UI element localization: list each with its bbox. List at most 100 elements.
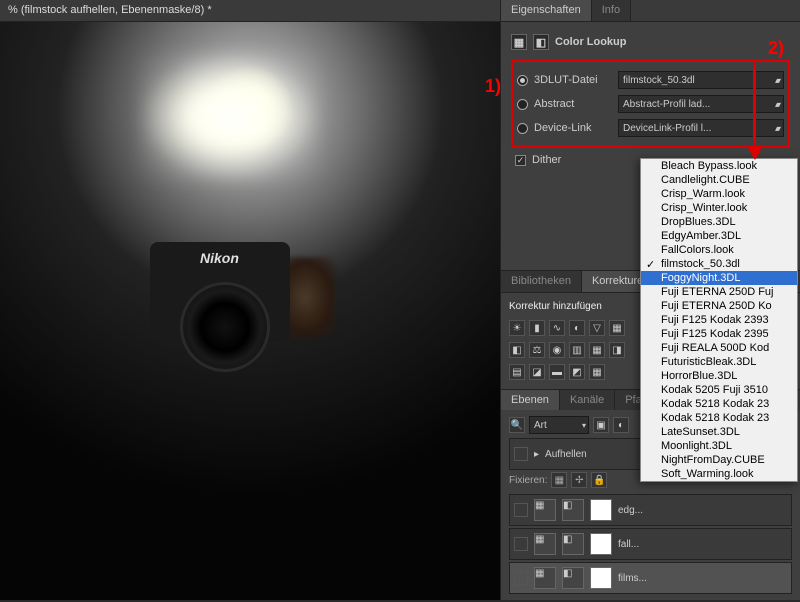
gradient-icon[interactable]: ▬ <box>549 364 565 380</box>
lut-option[interactable]: Fuji F125 Kodak 2393 <box>641 313 797 327</box>
mixer-icon[interactable]: ▥ <box>569 342 585 358</box>
lut-option[interactable]: Kodak 5218 Kodak 23 <box>641 397 797 411</box>
lut-option[interactable]: FallColors.look <box>641 243 797 257</box>
blend-mode-dropdown[interactable]: Art ▾ <box>529 416 589 434</box>
document-tab[interactable]: % (filmstock aufhellen, Ebenenmaske/8) * <box>0 0 500 22</box>
visibility-icon[interactable] <box>514 447 528 461</box>
tab-properties[interactable]: Eigenschaften <box>501 0 592 21</box>
dropdown-abstract[interactable]: Abstract-Profil lad... ▴▾ <box>618 95 784 113</box>
dropdown-devicelink[interactable]: DeviceLink-Profil l... ▴▾ <box>618 119 784 137</box>
radio-devicelink[interactable] <box>517 123 528 134</box>
label-dither: Dither <box>532 154 561 166</box>
tab-layers[interactable]: Ebenen <box>501 390 560 410</box>
invert-icon[interactable]: ◨ <box>609 342 625 358</box>
grid-icon: ▦ <box>511 34 527 50</box>
label-3dlut: 3DLUT-Datei <box>534 74 612 86</box>
layer-thumb[interactable]: ▦ <box>534 567 556 589</box>
lut-option[interactable]: Crisp_Winter.look <box>641 201 797 215</box>
canvas[interactable]: Nikon <box>0 22 500 600</box>
lut-option[interactable]: Soft_Warming.look <box>641 467 797 481</box>
layer-row[interactable]: ▦ ◧ films... <box>509 562 792 594</box>
layer-mask[interactable] <box>590 533 612 555</box>
more-icon[interactable]: ▦ <box>589 364 605 380</box>
filter2-icon[interactable]: ◐ <box>613 417 629 433</box>
lut-option[interactable]: Moonlight.3DL <box>641 439 797 453</box>
adj-thumb[interactable]: ◧ <box>562 533 584 555</box>
layer-row[interactable]: ▦ ◧ fall... <box>509 528 792 560</box>
curves-icon[interactable]: ∿ <box>549 320 565 336</box>
annotation-2: 2) <box>768 38 784 59</box>
section-title: Color Lookup <box>555 36 627 48</box>
posterize-icon[interactable]: ▤ <box>509 364 525 380</box>
layer-mask[interactable] <box>590 567 612 589</box>
tab-libraries[interactable]: Bibliotheken <box>501 271 582 292</box>
lut-option[interactable]: Fuji F125 Kodak 2395 <box>641 327 797 341</box>
layer-mask[interactable] <box>590 499 612 521</box>
search-icon[interactable]: 🔍 <box>509 417 525 433</box>
lut-option[interactable]: FoggyNight.3DL <box>641 271 797 285</box>
lut-option[interactable]: filmstock_50.3dl <box>641 257 797 271</box>
annotation-1: 1) <box>485 76 501 97</box>
flash-highlight <box>140 52 320 182</box>
tab-channels[interactable]: Kanäle <box>560 390 615 410</box>
lut-option[interactable]: Fuji ETERNA 250D Ko <box>641 299 797 313</box>
layer-thumb[interactable]: ▦ <box>534 499 556 521</box>
layer-name: edg... <box>618 505 643 516</box>
visibility-icon[interactable] <box>514 571 528 585</box>
lut-option[interactable]: Kodak 5205 Fuji 3510 <box>641 383 797 397</box>
document-title: % (filmstock aufhellen, Ebenenmaske/8) * <box>8 4 212 16</box>
camera-brand: Nikon <box>200 250 239 266</box>
hue-icon[interactable]: ▦ <box>609 320 625 336</box>
layer-name: fall... <box>618 539 639 550</box>
lut-option[interactable]: EdgyAmber.3DL <box>641 229 797 243</box>
camera-lens <box>180 282 270 372</box>
label-devicelink: Device-Link <box>534 122 612 134</box>
adj-thumb[interactable]: ◧ <box>562 499 584 521</box>
adj-thumb[interactable]: ◧ <box>562 567 584 589</box>
lut-option[interactable]: Fuji ETERNA 250D Fuj <box>641 285 797 299</box>
lut-option[interactable]: Crisp_Warm.look <box>641 187 797 201</box>
lut-option[interactable]: Bleach Bypass.look <box>641 159 797 173</box>
lut-option[interactable]: FuturisticBleak.3DL <box>641 355 797 369</box>
chevron-updown-icon: ▴▾ <box>775 100 779 109</box>
radio-abstract[interactable] <box>517 99 528 110</box>
photo-filter-icon[interactable]: ◉ <box>549 342 565 358</box>
visibility-icon[interactable] <box>514 503 528 517</box>
chevron-updown-icon: ▴▾ <box>775 76 779 85</box>
lut-option[interactable]: LateSunset.3DL <box>641 425 797 439</box>
exposure-icon[interactable]: ◐ <box>569 320 585 336</box>
lut-option[interactable]: Kodak 5218 Kodak 23 <box>641 411 797 425</box>
lut-dropdown-list[interactable]: Bleach Bypass.lookCandlelight.CUBECrisp_… <box>640 158 798 482</box>
dropdown-3dlut[interactable]: filmstock_50.3dl ▴▾ <box>618 71 784 89</box>
layer-row[interactable]: ▦ ◧ edg... <box>509 494 792 526</box>
mask-icon: ◧ <box>533 34 549 50</box>
vibrance-icon[interactable]: ▽ <box>589 320 605 336</box>
lut-option[interactable]: NightFromDay.CUBE <box>641 453 797 467</box>
lut-option[interactable]: Fuji REALA 500D Kod <box>641 341 797 355</box>
bw-icon[interactable]: ◧ <box>509 342 525 358</box>
lookup-icon[interactable]: ▦ <box>589 342 605 358</box>
filter-icon[interactable]: ▣ <box>593 417 609 433</box>
threshold-icon[interactable]: ◪ <box>529 364 545 380</box>
lut-option[interactable]: HorrorBlue.3DL <box>641 369 797 383</box>
label-abstract: Abstract <box>534 98 612 110</box>
levels-icon[interactable]: ▮ <box>529 320 545 336</box>
layer-name: Aufhellen <box>545 449 587 460</box>
lut-options-area: 1) 2) 3DLUT-Datei filmstock_50.3dl ▴▾ Ab… <box>511 60 790 148</box>
layer-thumb[interactable]: ▦ <box>534 533 556 555</box>
radio-3dlut[interactable] <box>517 75 528 86</box>
lock-all-icon[interactable]: 🔒 <box>591 472 607 488</box>
lock-position-icon[interactable]: ✢ <box>571 472 587 488</box>
layer-name: films... <box>618 573 647 584</box>
chevron-down-icon: ▾ <box>582 421 584 430</box>
lock-pixels-icon[interactable]: ▦ <box>551 472 567 488</box>
lut-option[interactable]: DropBlues.3DL <box>641 215 797 229</box>
balance-icon[interactable]: ⚖ <box>529 342 545 358</box>
tab-info[interactable]: Info <box>592 0 631 21</box>
lut-option[interactable]: Candlelight.CUBE <box>641 173 797 187</box>
brightness-icon[interactable]: ☀ <box>509 320 525 336</box>
lock-label: Fixieren: <box>509 475 547 486</box>
checkbox-dither[interactable]: ✓ <box>515 155 526 166</box>
visibility-icon[interactable] <box>514 537 528 551</box>
selective-icon[interactable]: ◩ <box>569 364 585 380</box>
